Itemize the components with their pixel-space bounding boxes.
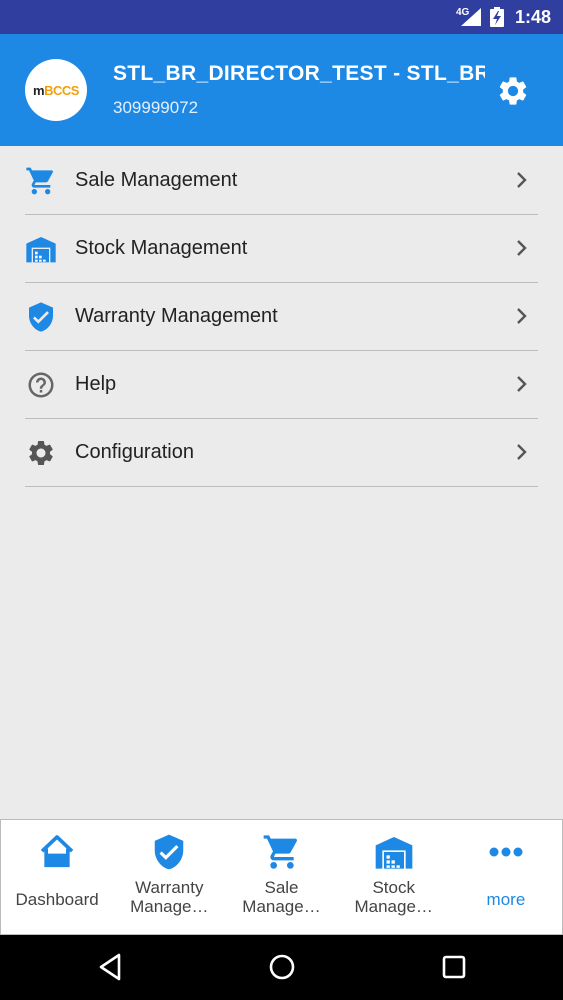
menu-item-label: Warranty Management [75,305,278,327]
avatar[interactable]: mBCCS [25,59,87,121]
app-header: mBCCS STL_BR_DIRECTOR_TEST - STL_BR 3099… [0,34,563,146]
shield-check-icon [25,301,57,333]
nav-label: more [486,890,526,909]
warehouse-icon [25,233,57,265]
nav-item-more[interactable]: more [450,820,562,934]
gear-icon [25,437,57,469]
clock: 1:48 [515,7,552,27]
home-button-icon[interactable] [268,953,296,981]
nav-item-warranty-management[interactable]: Warranty Manage… [113,820,225,934]
user-phone: 309999072 [113,98,199,117]
menu-item-help[interactable]: Help [25,351,538,419]
user-name: STL_BR_DIRECTOR_TEST - STL_BR [113,62,485,85]
chevron-right-icon [517,240,527,256]
help-circle-icon [25,369,57,401]
cart-icon [25,165,57,197]
nav-label: Sale Manage… [242,878,321,916]
nav-item-sale-management[interactable]: Sale Manage… [225,820,337,934]
nav-label: Warranty Manage… [130,878,209,916]
bottom-navigation: Dashboard Warranty Manage… Sale Manage… St… [0,819,563,935]
menu-item-label: Configuration [75,441,194,463]
menu-item-sale-management[interactable]: Sale Management [25,147,538,215]
battery-charging-icon [490,7,504,27]
menu-item-label: Help [75,373,117,395]
nav-label: Stock Manage… [354,878,433,916]
menu-item-warranty-management[interactable]: Warranty Management [25,283,538,351]
chevron-right-icon [517,308,527,324]
recents-icon[interactable] [442,953,466,981]
settings-gear-icon[interactable] [496,74,530,108]
system-navigation-bar [0,935,563,1000]
nav-item-dashboard[interactable]: Dashboard [1,820,113,934]
main-menu: Sale Management Stock Management Warrant… [25,147,538,487]
menu-item-label: Stock Management [75,237,248,259]
menu-item-label: Sale Management [75,169,238,191]
chevron-right-icon [517,444,527,460]
back-icon[interactable] [98,953,122,981]
signal-icon [461,8,481,26]
more-dots-icon [489,847,523,857]
menu-item-stock-management[interactable]: Stock Management [25,215,538,283]
nav-label: Dashboard [15,890,99,909]
home-icon [40,835,74,868]
warehouse-icon [375,837,413,869]
menu-item-configuration[interactable]: Configuration [25,419,538,487]
status-bar: 4G 1:48 [0,0,563,34]
chevron-right-icon [517,172,527,188]
cart-icon [263,835,297,869]
nav-item-stock-management[interactable]: Stock Manage… [338,820,450,934]
app-logo: mBCCS [33,82,79,98]
chevron-right-icon [517,376,527,392]
shield-check-icon [155,834,184,870]
